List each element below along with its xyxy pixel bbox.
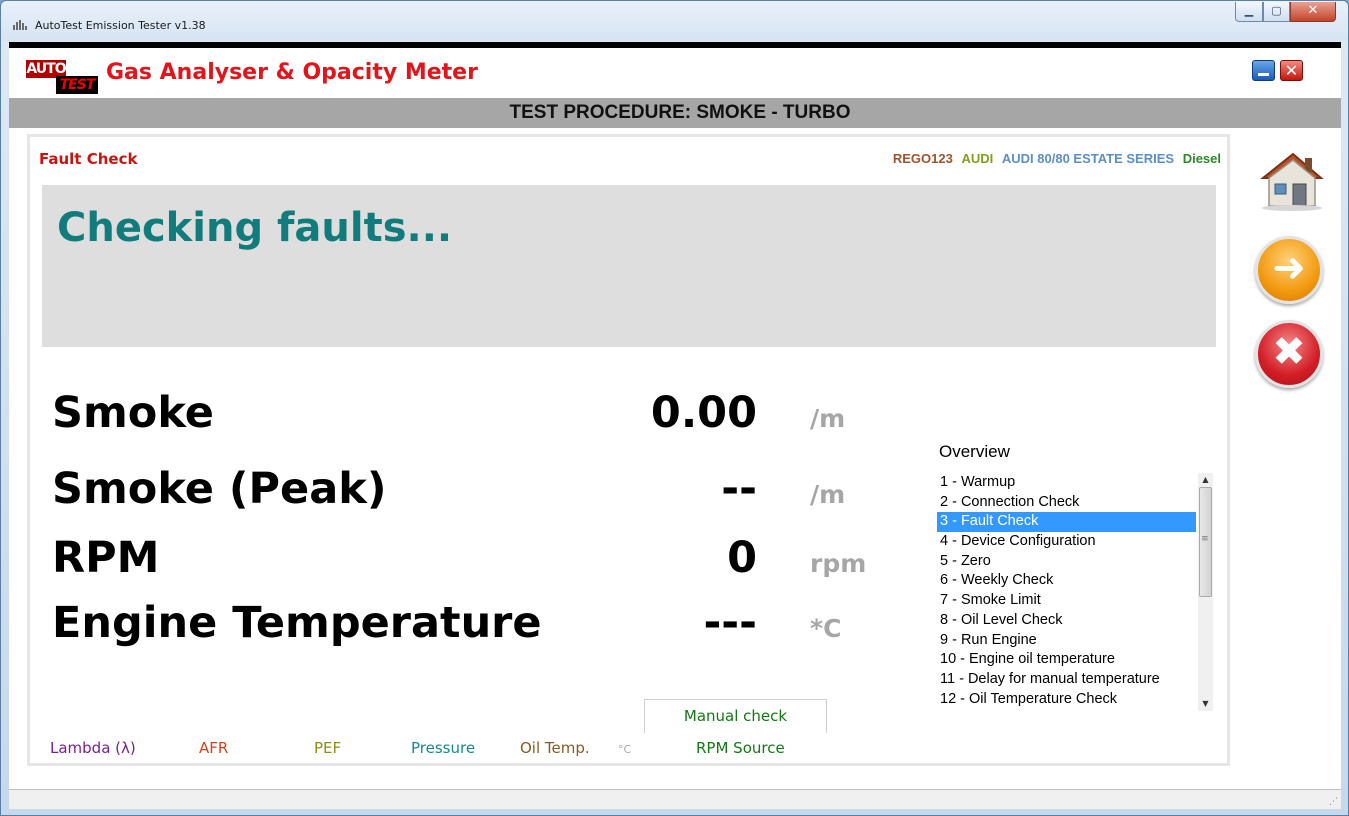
- status-message: Checking faults...: [57, 205, 453, 251]
- vehicle-rego: REGO123: [892, 151, 953, 166]
- tab-pef[interactable]: PEF: [314, 739, 341, 757]
- scroll-down-arrow-icon[interactable]: ▼: [1198, 697, 1213, 711]
- overview-step-list[interactable]: 1 - Warmup 2 - Connection Check 3 - Faul…: [937, 473, 1213, 711]
- tab-afr[interactable]: AFR: [199, 739, 228, 757]
- home-button[interactable]: [1257, 148, 1327, 212]
- app-window: AutoTest Emission Tester v1.38 ▁ ▢ ✕ AUT…: [0, 0, 1349, 816]
- window-minimize-button[interactable]: ▁: [1235, 2, 1263, 22]
- vehicle-info: REGO123 AUDI AUDI 80/80 ESTATE SERIES Di…: [888, 151, 1221, 166]
- reading-label: Smoke (Peak): [52, 464, 387, 514]
- app-title: Gas Analyser & Opacity Meter: [106, 60, 478, 85]
- reading-unit: *C: [810, 614, 842, 643]
- logo-bottom-text: TEST: [56, 76, 98, 94]
- cancel-button[interactable]: ✖: [1255, 320, 1323, 388]
- next-button[interactable]: ➜: [1255, 236, 1323, 304]
- arrow-right-icon: ➜: [1272, 245, 1306, 291]
- vehicle-fuel: Diesel: [1182, 151, 1221, 166]
- minimize-icon: [1258, 73, 1269, 76]
- list-item[interactable]: 9 - Run Engine: [937, 631, 1196, 651]
- reading-label: Engine Temperature: [52, 598, 542, 648]
- list-item[interactable]: 6 - Weekly Check: [937, 571, 1196, 591]
- vehicle-model: AUDI 80/80 ESTATE SERIES: [1001, 151, 1175, 166]
- reading-label: Smoke: [52, 388, 214, 438]
- scroll-grip-icon: ≡: [1201, 534, 1209, 544]
- reading-value: --: [721, 464, 757, 514]
- list-scrollbar[interactable]: ▲ ≡ ▼: [1198, 473, 1213, 711]
- list-item[interactable]: 4 - Device Configuration: [937, 532, 1196, 552]
- test-panel: Fault Check REGO123 AUDI AUDI 80/80 ESTA…: [27, 134, 1230, 766]
- app-icon: [13, 20, 27, 30]
- close-icon: ✕: [1307, 3, 1319, 18]
- list-item[interactable]: 7 - Smoke Limit: [937, 591, 1196, 611]
- minimize-icon: ▁: [1244, 4, 1254, 17]
- list-item[interactable]: 1 - Warmup: [937, 473, 1196, 493]
- window-title: AutoTest Emission Tester v1.38: [35, 19, 206, 32]
- reading-engine-temperature: Engine Temperature --- *C: [30, 598, 930, 658]
- reading-smoke-peak: Smoke (Peak) -- /m: [30, 464, 930, 524]
- close-x-icon: ✖: [1272, 329, 1306, 375]
- tab-oil-temp[interactable]: Oil Temp.: [520, 739, 590, 757]
- reading-unit: /m: [810, 404, 846, 433]
- client-area: AUTO TEST Gas Analyser & Opacity Meter ✕…: [9, 42, 1341, 809]
- window-maximize-button[interactable]: ▢: [1263, 2, 1290, 22]
- step-title: Fault Check: [39, 150, 138, 168]
- reading-value: ---: [703, 598, 757, 648]
- reading-value: 0.00: [650, 388, 757, 438]
- tab-manual-check[interactable]: Manual check: [644, 699, 827, 733]
- status-bar: ⋰: [9, 789, 1341, 809]
- list-item[interactable]: 10 - Engine oil temperature: [937, 650, 1196, 670]
- secondary-tabs: Lambda (λ) AFR PEF Pressure Oil Temp. °C…: [30, 739, 930, 761]
- reading-value: 0: [727, 533, 757, 583]
- autotest-logo: AUTO TEST: [26, 60, 98, 94]
- app-close-button[interactable]: ✕: [1280, 60, 1303, 81]
- overview-title: Overview: [939, 442, 1010, 461]
- reading-label: RPM: [52, 533, 160, 583]
- list-item[interactable]: 12 - Oil Temperature Check: [937, 690, 1196, 710]
- reading-rpm: RPM 0 rpm: [30, 533, 930, 593]
- list-item[interactable]: 2 - Connection Check: [937, 493, 1196, 513]
- list-item[interactable]: 8 - Oil Level Check: [937, 611, 1196, 631]
- oil-temp-unit: °C: [618, 743, 632, 756]
- reading-unit: rpm: [810, 549, 867, 578]
- window-close-button[interactable]: ✕: [1290, 2, 1336, 22]
- scroll-up-arrow-icon[interactable]: ▲: [1198, 473, 1213, 487]
- procedure-title: TEST PROCEDURE: SMOKE - TURBO: [9, 98, 1341, 128]
- status-message-box: Checking faults...: [42, 185, 1216, 347]
- list-item-selected[interactable]: 3 - Fault Check: [937, 512, 1196, 533]
- app-minimize-button[interactable]: [1252, 60, 1275, 81]
- home-icon: [1260, 152, 1324, 211]
- resize-grip-icon[interactable]: ⋰: [1329, 797, 1338, 807]
- maximize-icon: ▢: [1271, 4, 1282, 17]
- app-header: AUTO TEST Gas Analyser & Opacity Meter ✕: [9, 48, 1341, 98]
- list-item[interactable]: 5 - Zero: [937, 552, 1196, 572]
- list-item[interactable]: 11 - Delay for manual temperature: [937, 670, 1196, 690]
- tab-pressure[interactable]: Pressure: [411, 739, 475, 757]
- vehicle-make: AUDI: [961, 151, 994, 166]
- tab-lambda[interactable]: Lambda (λ): [50, 739, 136, 757]
- window-titlebar[interactable]: AutoTest Emission Tester v1.38 ▁ ▢ ✕: [1, 1, 1348, 41]
- reading-unit: /m: [810, 480, 846, 509]
- tab-rpm-source[interactable]: RPM Source: [696, 739, 785, 757]
- reading-smoke: Smoke 0.00 /m: [30, 388, 930, 448]
